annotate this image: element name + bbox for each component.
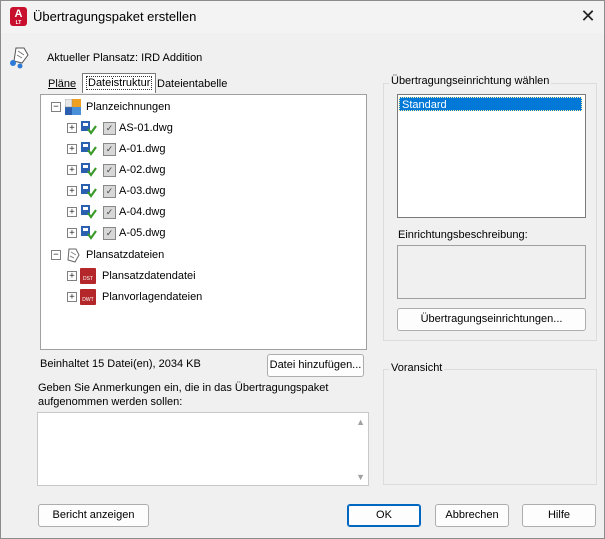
tab-dateientabelle-label: Dateientabelle <box>157 78 228 90</box>
expand-toggle[interactable]: + <box>67 292 77 302</box>
tab-dateistruktur[interactable]: Dateistruktur <box>82 73 157 93</box>
preview-group <box>383 369 597 485</box>
include-checkbox[interactable]: ✓ <box>103 122 116 135</box>
tab-plaene[interactable]: Pläne <box>48 76 76 92</box>
file-count-status: Beinhaltet 15 Datei(en), 2034 KB <box>40 358 201 370</box>
help-button-label: Hilfe <box>547 509 570 521</box>
include-checkbox[interactable]: ✓ <box>103 227 116 240</box>
dst-file-icon: DST <box>80 268 96 284</box>
drawing-set-icon <box>65 99 81 115</box>
expand-toggle[interactable]: + <box>67 165 77 175</box>
file-tree[interactable]: − Planzeichnungen + ✓ AS-01.dwg + ✓ A-01… <box>40 94 367 350</box>
description-box <box>397 245 586 299</box>
include-checkbox[interactable]: ✓ <box>103 164 116 177</box>
drawing-file-icon <box>81 205 97 219</box>
transmittal-setups-button-label: Übertragungseinrichtungen... <box>420 313 563 325</box>
sheet-set-manager-icon <box>10 47 29 69</box>
window-title: Übertragungspaket erstellen <box>33 9 197 24</box>
dwt-file-icon: DWT <box>80 289 96 305</box>
tab-dateientabelle[interactable]: Dateientabelle <box>157 76 227 92</box>
scroll-up-arrow-icon[interactable]: ▲ <box>356 417 365 427</box>
tab-plaene-label: Pläne <box>48 78 77 90</box>
include-checkbox[interactable]: ✓ <box>103 206 116 219</box>
ok-button-label: OK <box>376 509 392 521</box>
drawing-label: A-03.dwg <box>119 185 166 197</box>
tree-label-planzeichnungen: Planzeichnungen <box>86 101 171 113</box>
preview-group-label: Voransicht <box>389 362 445 374</box>
transmittal-setup-list[interactable]: Standard <box>397 94 586 218</box>
app-icon-sub: LT <box>15 20 22 26</box>
expand-toggle[interactable]: + <box>67 186 77 196</box>
expand-toggle[interactable]: + <box>67 207 77 217</box>
cancel-button-label: Abbrechen <box>445 509 499 521</box>
drawing-file-icon <box>81 142 97 156</box>
current-sheet-set-label: Aktueller Plansatz: IRD Addition <box>47 52 203 64</box>
include-checkbox[interactable]: ✓ <box>103 143 116 156</box>
add-file-button[interactable]: Datei hinzufügen... <box>267 354 364 377</box>
drawing-label: A-05.dwg <box>119 227 166 239</box>
add-file-button-label: Datei hinzufügen... <box>269 359 362 371</box>
autocad-app-icon: A LT <box>10 7 27 26</box>
description-label: Einrichtungsbeschreibung: <box>398 229 528 241</box>
sheet-set-files-icon <box>67 248 80 263</box>
expand-toggle[interactable]: + <box>67 123 77 133</box>
title-bar: A LT Übertragungspaket erstellen ✕ <box>1 1 604 33</box>
transmittal-setup-group-label: Übertragungseinrichtung wählen <box>389 75 552 87</box>
drawing-label: A-02.dwg <box>119 164 166 176</box>
drawing-file-icon <box>81 163 97 177</box>
dialog-window: A LT Übertragungspaket erstellen ✕ Aktue… <box>0 0 605 539</box>
expand-toggle[interactable]: + <box>67 144 77 154</box>
include-checkbox[interactable]: ✓ <box>103 185 116 198</box>
transmittal-setups-button[interactable]: Übertragungseinrichtungen... <box>397 308 586 331</box>
drawing-file-icon <box>81 226 97 240</box>
ok-button[interactable]: OK <box>347 504 421 527</box>
close-button[interactable]: ✕ <box>576 5 600 27</box>
help-button[interactable]: Hilfe <box>522 504 596 527</box>
notes-label: Geben Sie Anmerkungen ein, die in das Üb… <box>38 382 329 408</box>
scroll-down-arrow-icon[interactable]: ▼ <box>356 472 365 482</box>
expand-toggle[interactable]: + <box>67 228 77 238</box>
cancel-button[interactable]: Abbrechen <box>435 504 509 527</box>
file-label: Planvorlagendateien <box>102 291 203 303</box>
drawing-label: AS-01.dwg <box>119 122 173 134</box>
expand-toggle[interactable]: + <box>67 271 77 281</box>
drawing-label: A-01.dwg <box>119 143 166 155</box>
notes-textarea[interactable]: ▲ ▼ <box>37 412 369 486</box>
drawing-label: A-04.dwg <box>119 206 166 218</box>
file-label: Plansatzdatendatei <box>102 270 196 282</box>
drawing-file-icon <box>81 121 97 135</box>
tree-label-plansatzdateien: Plansatzdateien <box>86 249 165 261</box>
show-report-button[interactable]: Bericht anzeigen <box>38 504 149 527</box>
collapse-toggle-plansatzdateien[interactable]: − <box>51 250 61 260</box>
setup-list-item-standard[interactable]: Standard <box>399 97 582 111</box>
show-report-button-label: Bericht anzeigen <box>52 509 135 521</box>
collapse-toggle-planzeichnungen[interactable]: − <box>51 102 61 112</box>
drawing-file-icon <box>81 184 97 198</box>
tab-dateistruktur-label: Dateistruktur <box>86 76 153 90</box>
